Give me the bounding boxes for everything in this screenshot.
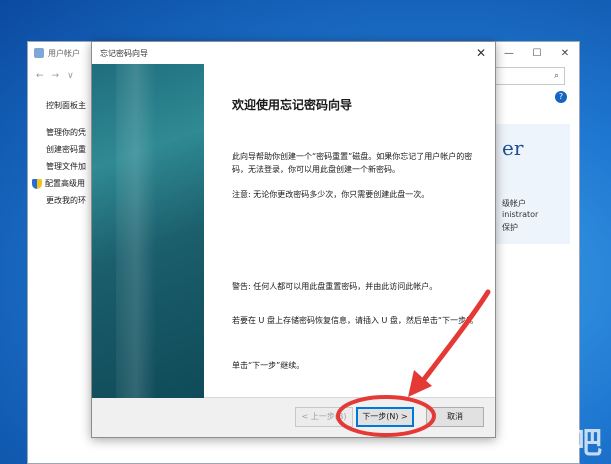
forgotten-password-wizard: 忘记密码向导 ✕ 欢迎使用忘记密码向导 此向导帮助你创建一个“密码重置”磁盘。如… (91, 41, 496, 438)
account-card-line: 保护 (502, 223, 518, 232)
account-card: er 级帐户 inistrator 保护 (488, 124, 570, 244)
wizard-titlebar: 忘记密码向导 ✕ (92, 42, 495, 64)
close-icon[interactable]: ✕ (551, 48, 579, 59)
search-box[interactable]: ⌕ (485, 67, 565, 85)
wizard-continue-text: 单击“下一步”继续。 (232, 361, 305, 370)
back-arrow-icon[interactable]: ← (36, 71, 44, 81)
search-icon: ⌕ (553, 71, 559, 81)
cancel-button[interactable]: 取消 (426, 407, 484, 427)
close-icon[interactable]: ✕ (467, 46, 495, 60)
next-button[interactable]: 下一步(N) > (356, 407, 414, 427)
minimize-icon[interactable]: — (495, 48, 523, 59)
wizard-title: 忘记密码向导 (100, 48, 148, 58)
wizard-banner-image (92, 64, 204, 398)
wizard-note-text: 注意: 无论你更改密码多少次，你只需要创建此盘一次。 (232, 190, 430, 199)
uac-shield-icon (32, 178, 42, 189)
recent-dropdown-icon[interactable]: ∨ (67, 71, 74, 81)
wizard-warning-text: 警告: 任何人都可以用此盘重置密码，并由此访问此帐户。 (232, 282, 438, 291)
wizard-heading: 欢迎使用忘记密码向导 (232, 98, 353, 112)
background-window-title: 用户帐户 (48, 48, 80, 58)
wizard-intro-text: 此向导帮助你创建一个“密码重置”磁盘。如果你忘记了用户帐户的密码，无法登录，你可… (232, 152, 473, 174)
user-accounts-icon (34, 48, 44, 58)
wizard-usb-text: 若要在 U 盘上存储密码恢复信息，请插入 U 盘，然后单击“下一步”。 (232, 316, 479, 325)
account-card-name: er (502, 136, 524, 160)
sidebar-link-advanced-label: 配置高级用 (45, 179, 85, 188)
account-card-line: inistrator (502, 210, 539, 219)
account-card-line: 级帐户 (502, 199, 526, 208)
watermark-logo: 下载吧 (510, 426, 603, 461)
forward-arrow-icon[interactable]: → (52, 71, 60, 81)
wizard-footer: < 上一步(B) 下一步(N) > 取消 (92, 399, 495, 437)
back-button[interactable]: < 上一步(B) (295, 407, 353, 427)
maximize-icon[interactable]: ☐ (523, 48, 551, 59)
help-icon[interactable]: ? (555, 91, 567, 103)
wizard-body: 欢迎使用忘记密码向导 此向导帮助你创建一个“密码重置”磁盘。如果你忘记了用户帐户… (92, 64, 495, 398)
